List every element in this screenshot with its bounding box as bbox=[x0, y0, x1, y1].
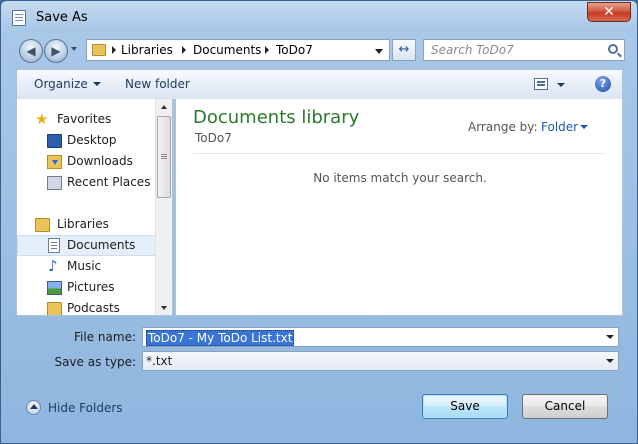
save-as-type-label: Save as type: bbox=[54, 355, 136, 369]
podcasts-icon bbox=[47, 302, 62, 315]
sidebar-item-label: Documents bbox=[67, 238, 136, 252]
file-name-label: File name: bbox=[74, 330, 136, 344]
desktop-icon bbox=[47, 134, 62, 148]
change-view-icon[interactable] bbox=[534, 78, 548, 90]
sidebar-item-label: Libraries bbox=[57, 217, 109, 231]
close-icon: ✕ bbox=[603, 4, 615, 20]
chevron-down-icon[interactable] bbox=[606, 359, 614, 363]
file-name-field[interactable]: ToDo7 - My ToDo List.txt bbox=[142, 327, 619, 347]
window-title: Save As bbox=[36, 10, 88, 25]
title-bar: Save As ✕ bbox=[1, 1, 637, 35]
divider bbox=[193, 153, 606, 154]
chevron-down-icon[interactable] bbox=[375, 49, 383, 54]
new-folder-button[interactable]: New folder bbox=[125, 77, 190, 91]
save-as-dialog: Save As ✕ ◀ ▶ Libraries Documents ToDo7 … bbox=[0, 0, 638, 444]
libraries-icon bbox=[35, 218, 50, 232]
help-icon[interactable]: ? bbox=[595, 76, 611, 92]
star-icon: ★ bbox=[35, 110, 49, 128]
chevron-down-icon bbox=[92, 82, 101, 86]
scroll-thumb[interactable] bbox=[157, 116, 171, 198]
sidebar-item-downloads[interactable]: Downloads bbox=[17, 151, 157, 172]
arrange-by-dropdown[interactable]: Folder bbox=[541, 120, 578, 134]
chevron-right-icon[interactable] bbox=[112, 46, 116, 54]
search-placeholder: Search ToDo7 bbox=[431, 43, 514, 57]
downloads-icon bbox=[47, 155, 62, 169]
back-arrow-icon: ◀ bbox=[26, 44, 36, 58]
navigation-pane: ★ Favorites Desktop Downloads Recent Pla… bbox=[16, 99, 173, 316]
navigation-scrollbar[interactable] bbox=[155, 99, 172, 315]
chevron-up-icon bbox=[26, 400, 41, 415]
address-bar[interactable]: Libraries Documents ToDo7 bbox=[86, 39, 390, 61]
close-button[interactable]: ✕ bbox=[587, 2, 631, 22]
sidebar-item-label: Favorites bbox=[57, 112, 112, 126]
library-subtitle: ToDo7 bbox=[195, 131, 232, 145]
sidebar-item-label: Desktop bbox=[67, 133, 117, 147]
sidebar-item-documents[interactable]: Documents bbox=[17, 235, 157, 256]
sidebar-item-music[interactable]: ♪ Music bbox=[17, 256, 157, 277]
dialog-footer: Hide Folders Save Cancel bbox=[16, 383, 623, 433]
sidebar-item-pictures[interactable]: Pictures bbox=[17, 277, 157, 298]
refresh-icon: ↔ bbox=[398, 42, 410, 57]
recent-pages-dropdown[interactable] bbox=[71, 47, 77, 51]
library-title: Documents library bbox=[193, 107, 360, 128]
chevron-down-icon[interactable] bbox=[606, 335, 614, 339]
breadcrumb-documents[interactable]: Documents bbox=[193, 43, 261, 57]
file-name-value[interactable]: ToDo7 - My ToDo List.txt bbox=[146, 330, 295, 346]
forward-button[interactable]: ▶ bbox=[44, 39, 68, 63]
scroll-down-icon[interactable] bbox=[161, 306, 167, 310]
cancel-button[interactable]: Cancel bbox=[522, 394, 608, 419]
save-as-type-value: *.txt bbox=[146, 354, 173, 368]
sidebar-item-label: Downloads bbox=[67, 154, 133, 168]
sidebar-item-label: Pictures bbox=[67, 280, 115, 294]
navigation-bar: ◀ ▶ Libraries Documents ToDo7 ↔ Search T… bbox=[1, 35, 637, 65]
refresh-button[interactable]: ↔ bbox=[392, 39, 416, 61]
arrange-by-label: Arrange by: bbox=[468, 120, 538, 134]
hide-folders-label: Hide Folders bbox=[48, 401, 123, 415]
breadcrumb-todo7[interactable]: ToDo7 bbox=[276, 43, 313, 57]
back-button[interactable]: ◀ bbox=[19, 39, 43, 63]
sidebar-item-favorites[interactable]: ★ Favorites bbox=[17, 109, 157, 130]
pictures-icon bbox=[47, 281, 62, 295]
sidebar-item-recent-places[interactable]: Recent Places bbox=[17, 172, 157, 193]
file-list-pane: Documents library ToDo7 Arrange by: Fold… bbox=[175, 99, 623, 316]
scroll-up-icon[interactable] bbox=[161, 105, 167, 109]
chevron-down-icon[interactable] bbox=[580, 125, 588, 129]
grip-icon bbox=[161, 154, 167, 155]
documents-icon bbox=[48, 238, 60, 253]
chevron-down-icon[interactable] bbox=[557, 83, 565, 87]
forward-arrow-icon: ▶ bbox=[51, 44, 61, 58]
command-toolbar: Organize New folder ? bbox=[16, 69, 623, 99]
sidebar-item-libraries[interactable]: Libraries bbox=[17, 214, 157, 235]
sidebar-item-label: Podcasts bbox=[67, 301, 120, 315]
music-icon: ♪ bbox=[48, 257, 58, 275]
sidebar-item-label: Music bbox=[67, 259, 102, 273]
save-button[interactable]: Save bbox=[422, 394, 508, 419]
search-icon[interactable] bbox=[608, 44, 618, 54]
save-as-type-select[interactable]: *.txt bbox=[142, 351, 619, 371]
chevron-right-icon[interactable] bbox=[265, 46, 269, 54]
folder-icon bbox=[92, 44, 106, 56]
sidebar-item-label: Recent Places bbox=[67, 175, 151, 189]
recent-places-icon bbox=[47, 176, 62, 190]
empty-message: No items match your search. bbox=[313, 171, 487, 185]
search-input[interactable]: Search ToDo7 bbox=[423, 39, 625, 61]
breadcrumb-libraries[interactable]: Libraries bbox=[121, 43, 173, 57]
sidebar-item-desktop[interactable]: Desktop bbox=[17, 130, 157, 151]
organize-button[interactable]: Organize bbox=[34, 77, 101, 91]
sidebar-item-podcasts[interactable]: Podcasts bbox=[17, 298, 157, 315]
save-form: File name: ToDo7 - My ToDo List.txt Save… bbox=[16, 316, 623, 380]
chevron-right-icon[interactable] bbox=[182, 46, 186, 54]
document-icon bbox=[12, 10, 26, 26]
organize-label: Organize bbox=[34, 77, 88, 91]
